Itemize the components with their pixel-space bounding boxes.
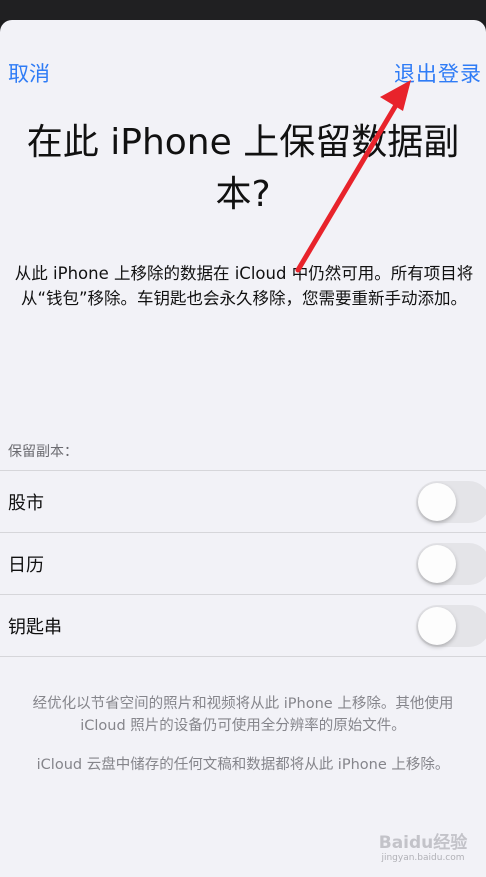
sign-out-button[interactable]: 退出登录 (394, 60, 482, 88)
description-text: 从此 iPhone 上移除的数据在 iCloud 中仍然可用。所有项目将从“钱包… (14, 264, 474, 308)
list-item-keychain: 钥匙串 (0, 594, 486, 657)
status-bar-area (0, 0, 486, 20)
list-item-stocks: 股市 (0, 470, 486, 532)
keychain-toggle[interactable] (416, 605, 486, 647)
cancel-button[interactable]: 取消 (8, 60, 50, 88)
keep-copy-header: 保留副本： (8, 444, 78, 460)
icloud-drive-footnote: iCloud 云盘中储存的任何文稿和数据都将从此 iPhone 上移除。 (36, 757, 450, 773)
page-title: 在此 iPhone 上保留数据副本? (26, 122, 460, 215)
toggle-knob (418, 607, 456, 645)
list-item-label: 日历 (8, 555, 44, 576)
photos-footnote: 经优化以节省空间的照片和视频将从此 iPhone 上移除。其他使用 iCloud… (32, 696, 454, 734)
list-item-label: 钥匙串 (8, 617, 62, 638)
calendar-toggle[interactable] (416, 543, 486, 585)
toggle-knob (418, 545, 456, 583)
keep-copy-list: 股市 日历 钥匙串 (0, 470, 486, 657)
toggle-knob (418, 483, 456, 521)
stocks-toggle[interactable] (416, 481, 486, 523)
list-item-calendar: 日历 (0, 532, 486, 594)
list-item-label: 股市 (8, 493, 44, 514)
modal-sheet: 取消 退出登录 在此 iPhone 上保留数据副本? 从此 iPhone 上移除… (0, 20, 486, 877)
